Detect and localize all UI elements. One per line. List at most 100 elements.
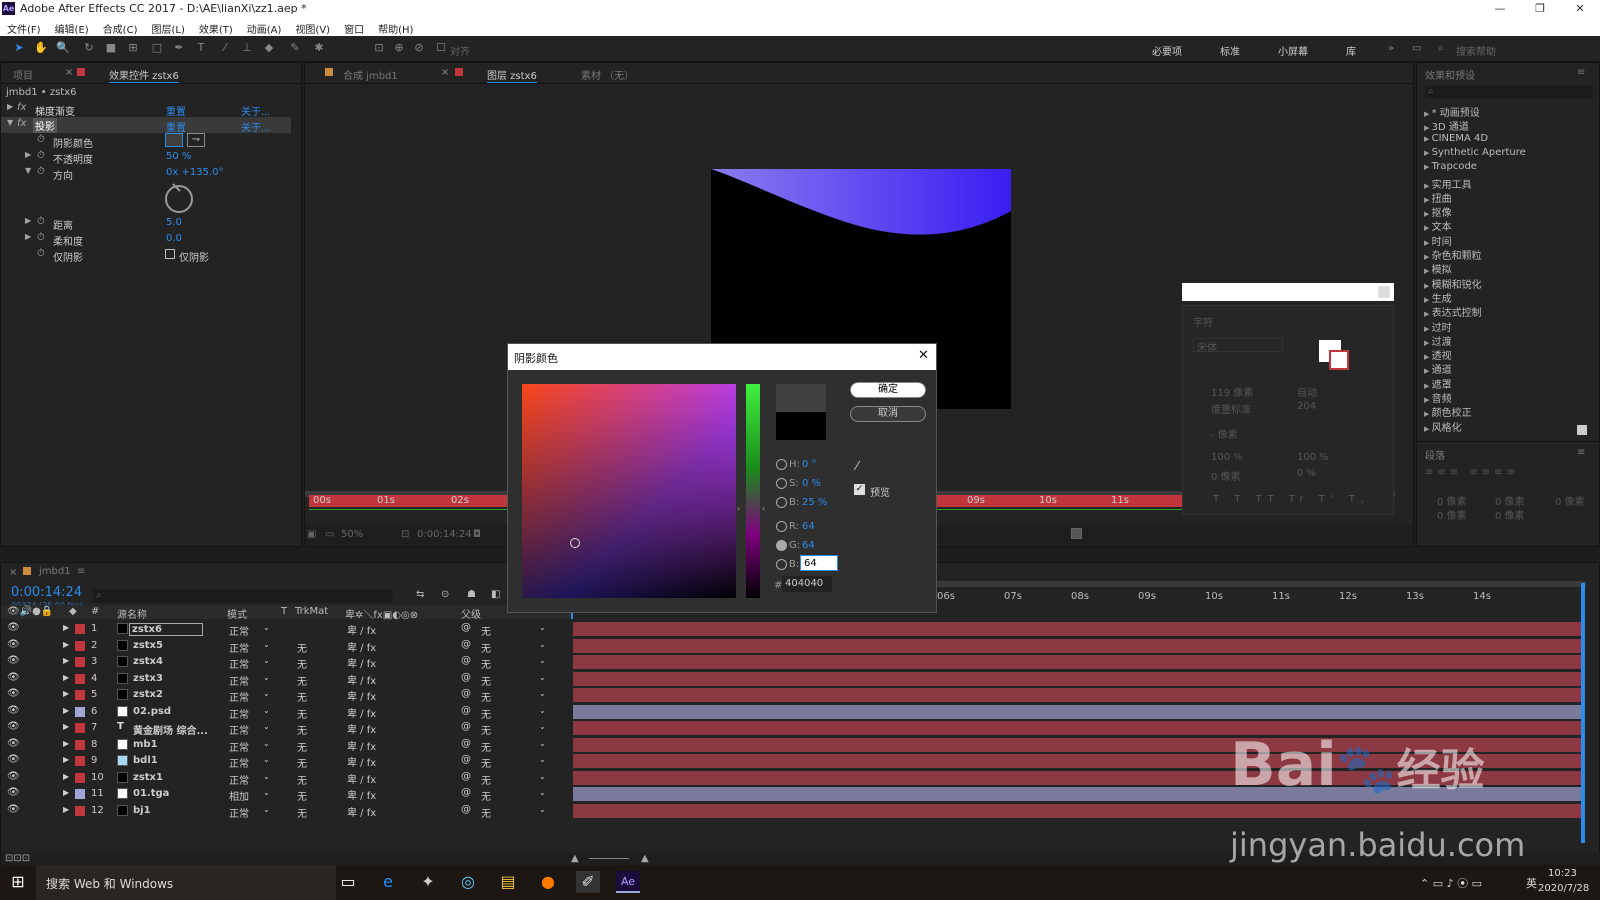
comp-mini-flowchart-icon[interactable]: ⇆ bbox=[416, 589, 424, 600]
header-mode[interactable]: 模式 bbox=[227, 606, 247, 621]
layer-row[interactable]: 👁 ▶ 12 bj1 正常 ⌄ 无 卑 ∕ fx @ 无 ⌄ bbox=[1, 803, 569, 820]
blend-mode-dropdown[interactable]: 正常 bbox=[229, 722, 249, 737]
pickwhip-icon[interactable]: @ bbox=[461, 688, 471, 699]
type-tool-icon[interactable]: T bbox=[194, 41, 208, 55]
workspace-standard[interactable]: 标准 bbox=[1220, 43, 1240, 58]
expand-arrow-icon[interactable]: ▶ bbox=[25, 216, 31, 225]
effect-category-item[interactable]: 过渡 bbox=[1424, 333, 1452, 348]
visibility-eye-icon[interactable]: 👁 bbox=[7, 672, 20, 683]
header-parent[interactable]: 父级 bbox=[461, 606, 481, 621]
selection-tool-icon[interactable]: ➤ bbox=[12, 41, 26, 55]
pickwhip-icon[interactable]: @ bbox=[461, 771, 471, 782]
angle-dial[interactable] bbox=[165, 183, 193, 213]
expand-arrow-icon[interactable]: ▶ bbox=[63, 640, 69, 649]
tsume-field[interactable]: 0 % bbox=[1297, 468, 1316, 479]
close-icon[interactable]: ✕ bbox=[918, 348, 929, 363]
text-style-buttons[interactable]: T T TT Tr T' T, bbox=[1213, 494, 1370, 505]
panel-menu-icon[interactable]: ≡ bbox=[1577, 447, 1585, 458]
layer-switches[interactable]: 卑 ∕ fx bbox=[347, 754, 376, 769]
trkmat-dropdown[interactable]: 无 bbox=[297, 656, 307, 671]
effect-row-gradient-ramp[interactable]: ▶ fx 梯度渐变 重置 关于... bbox=[1, 101, 291, 118]
label-color-swatch[interactable] bbox=[75, 772, 85, 783]
clone-tool-icon[interactable]: ⊥ bbox=[240, 41, 254, 55]
paint-icon[interactable]: ✐ bbox=[576, 871, 600, 893]
rotate-tool-icon[interactable]: ↻ bbox=[82, 41, 96, 55]
tab-layer[interactable]: 图层 zstx6 bbox=[487, 67, 537, 83]
prop-value[interactable]: 0x +135.0° bbox=[166, 167, 223, 178]
expand-arrow-icon[interactable]: ▶ bbox=[7, 102, 13, 111]
effect-category-item[interactable]: 扭曲 bbox=[1424, 190, 1452, 205]
panel-menu-icon[interactable]: ≡ bbox=[1577, 67, 1585, 78]
tab-effect-controls[interactable]: 效果控件 zstx6 bbox=[109, 67, 179, 83]
visibility-eye-icon[interactable]: 👁 bbox=[7, 705, 20, 716]
font-size-field[interactable]: 119 像素 bbox=[1211, 384, 1253, 399]
blend-mode-dropdown[interactable]: 正常 bbox=[229, 623, 249, 638]
layer-duration-bar[interactable] bbox=[573, 803, 1581, 818]
current-time[interactable]: 0:00:14:24 bbox=[417, 529, 472, 540]
puppet-tool-icon[interactable]: ✱ bbox=[312, 41, 326, 55]
effect-category-item[interactable]: 实用工具 bbox=[1424, 176, 1472, 191]
render-checkbox[interactable] bbox=[1071, 528, 1082, 539]
space-after-field[interactable]: 0 像素 bbox=[1555, 493, 1585, 508]
pickwhip-icon[interactable]: @ bbox=[461, 672, 471, 683]
effect-category-item[interactable]: 模拟 bbox=[1424, 261, 1452, 276]
effect-category-item[interactable]: 3D 通道 bbox=[1424, 118, 1469, 133]
tracking-field[interactable]: 204 bbox=[1297, 401, 1316, 412]
timecode[interactable]: 0:00:14:24 bbox=[11, 585, 82, 600]
tray-icons[interactable]: ⌃ ▭ ♪ ⦿ ▭ bbox=[1420, 875, 1482, 891]
motion-blur-icon[interactable]: ◧ bbox=[491, 589, 500, 600]
stopwatch-icon[interactable]: ⏱ bbox=[37, 232, 45, 243]
trkmat-dropdown[interactable]: 无 bbox=[297, 805, 307, 820]
eyedropper-icon[interactable]: ⇁ bbox=[187, 133, 205, 147]
effect-category-item[interactable]: 时间 bbox=[1424, 233, 1452, 248]
pickwhip-icon[interactable]: @ bbox=[461, 655, 471, 666]
effect-category-item[interactable]: CINEMA 4D bbox=[1424, 133, 1488, 144]
effect-category-item[interactable]: 通道 bbox=[1424, 361, 1452, 376]
label-color-swatch[interactable] bbox=[75, 789, 85, 799]
color-picker-cursor[interactable] bbox=[570, 538, 580, 548]
layer-switches[interactable]: 卑 ∕ fx bbox=[347, 787, 376, 802]
view-axis-icon[interactable]: ⊘ bbox=[412, 41, 426, 55]
expand-arrow-icon[interactable]: ▶ bbox=[63, 689, 69, 698]
collapse-arrow-icon[interactable]: ▼ bbox=[7, 118, 13, 127]
cancel-button[interactable]: 取消 bbox=[850, 406, 926, 422]
indent-left-field[interactable]: 0 像素 bbox=[1437, 493, 1467, 508]
parent-dropdown[interactable]: 无 bbox=[481, 689, 491, 704]
effect-category-item[interactable]: 遮罩 bbox=[1424, 376, 1452, 391]
minimize-icon[interactable]: — bbox=[1480, 0, 1520, 18]
trkmat-dropdown[interactable]: 无 bbox=[297, 689, 307, 704]
file-explorer-icon[interactable]: ▤ bbox=[496, 871, 520, 893]
r-value[interactable]: 64 bbox=[802, 521, 815, 532]
trkmat-dropdown[interactable]: 无 bbox=[297, 673, 307, 688]
prop-value[interactable]: 0.0 bbox=[166, 233, 182, 244]
preview-checkbox[interactable]: ✓ bbox=[854, 484, 865, 495]
stopwatch-icon[interactable]: ⏱ bbox=[37, 216, 45, 227]
layer-duration-bar[interactable] bbox=[573, 688, 1581, 702]
pickwhip-icon[interactable]: @ bbox=[461, 705, 471, 716]
tab-timeline[interactable]: jmbd1 bbox=[39, 566, 71, 577]
radio-b[interactable] bbox=[776, 497, 787, 508]
grid-icon[interactable]: ▣ bbox=[307, 529, 316, 540]
expand-arrow-icon[interactable]: ▶ bbox=[63, 805, 69, 814]
layer-switches[interactable]: 卑 ∕ fx bbox=[347, 639, 376, 654]
layer-row[interactable]: 👁 ▶ 2 zstx5 正常 ⌄ 无 卑 ∕ fx @ 无 ⌄ bbox=[1, 638, 569, 655]
expand-arrow-icon[interactable]: ▶ bbox=[25, 232, 31, 241]
trkmat-dropdown[interactable]: 无 bbox=[297, 788, 307, 803]
hand-tool-icon[interactable]: ✋ bbox=[34, 41, 48, 55]
firefox-icon[interactable]: ● bbox=[536, 871, 560, 893]
stroke-color-swatch[interactable] bbox=[1329, 350, 1349, 370]
close-icon[interactable]: ✕ bbox=[1560, 0, 1600, 18]
local-axis-icon[interactable]: ⊡ bbox=[372, 41, 386, 55]
layer-name[interactable]: 01.tga bbox=[133, 788, 169, 799]
effect-row-drop-shadow[interactable]: ▼ fx 投影 重置 关于... bbox=[1, 117, 291, 134]
hue-slider[interactable] bbox=[746, 384, 760, 598]
visibility-eye-icon[interactable]: 👁 bbox=[7, 622, 20, 633]
app-icon[interactable]: ◎ bbox=[456, 871, 480, 893]
tab-project[interactable]: 项目 bbox=[13, 67, 33, 82]
visibility-eye-icon[interactable]: 👁 bbox=[7, 639, 20, 650]
panel-menu-icon[interactable]: ≡ bbox=[77, 566, 85, 577]
label-color-swatch[interactable] bbox=[75, 739, 85, 750]
tab-composition[interactable]: 合成 jmbd1 bbox=[343, 67, 398, 82]
layer-switches[interactable]: 卑 ∕ fx bbox=[347, 672, 376, 687]
zoom-tool-icon[interactable]: 🔍 bbox=[56, 41, 70, 55]
